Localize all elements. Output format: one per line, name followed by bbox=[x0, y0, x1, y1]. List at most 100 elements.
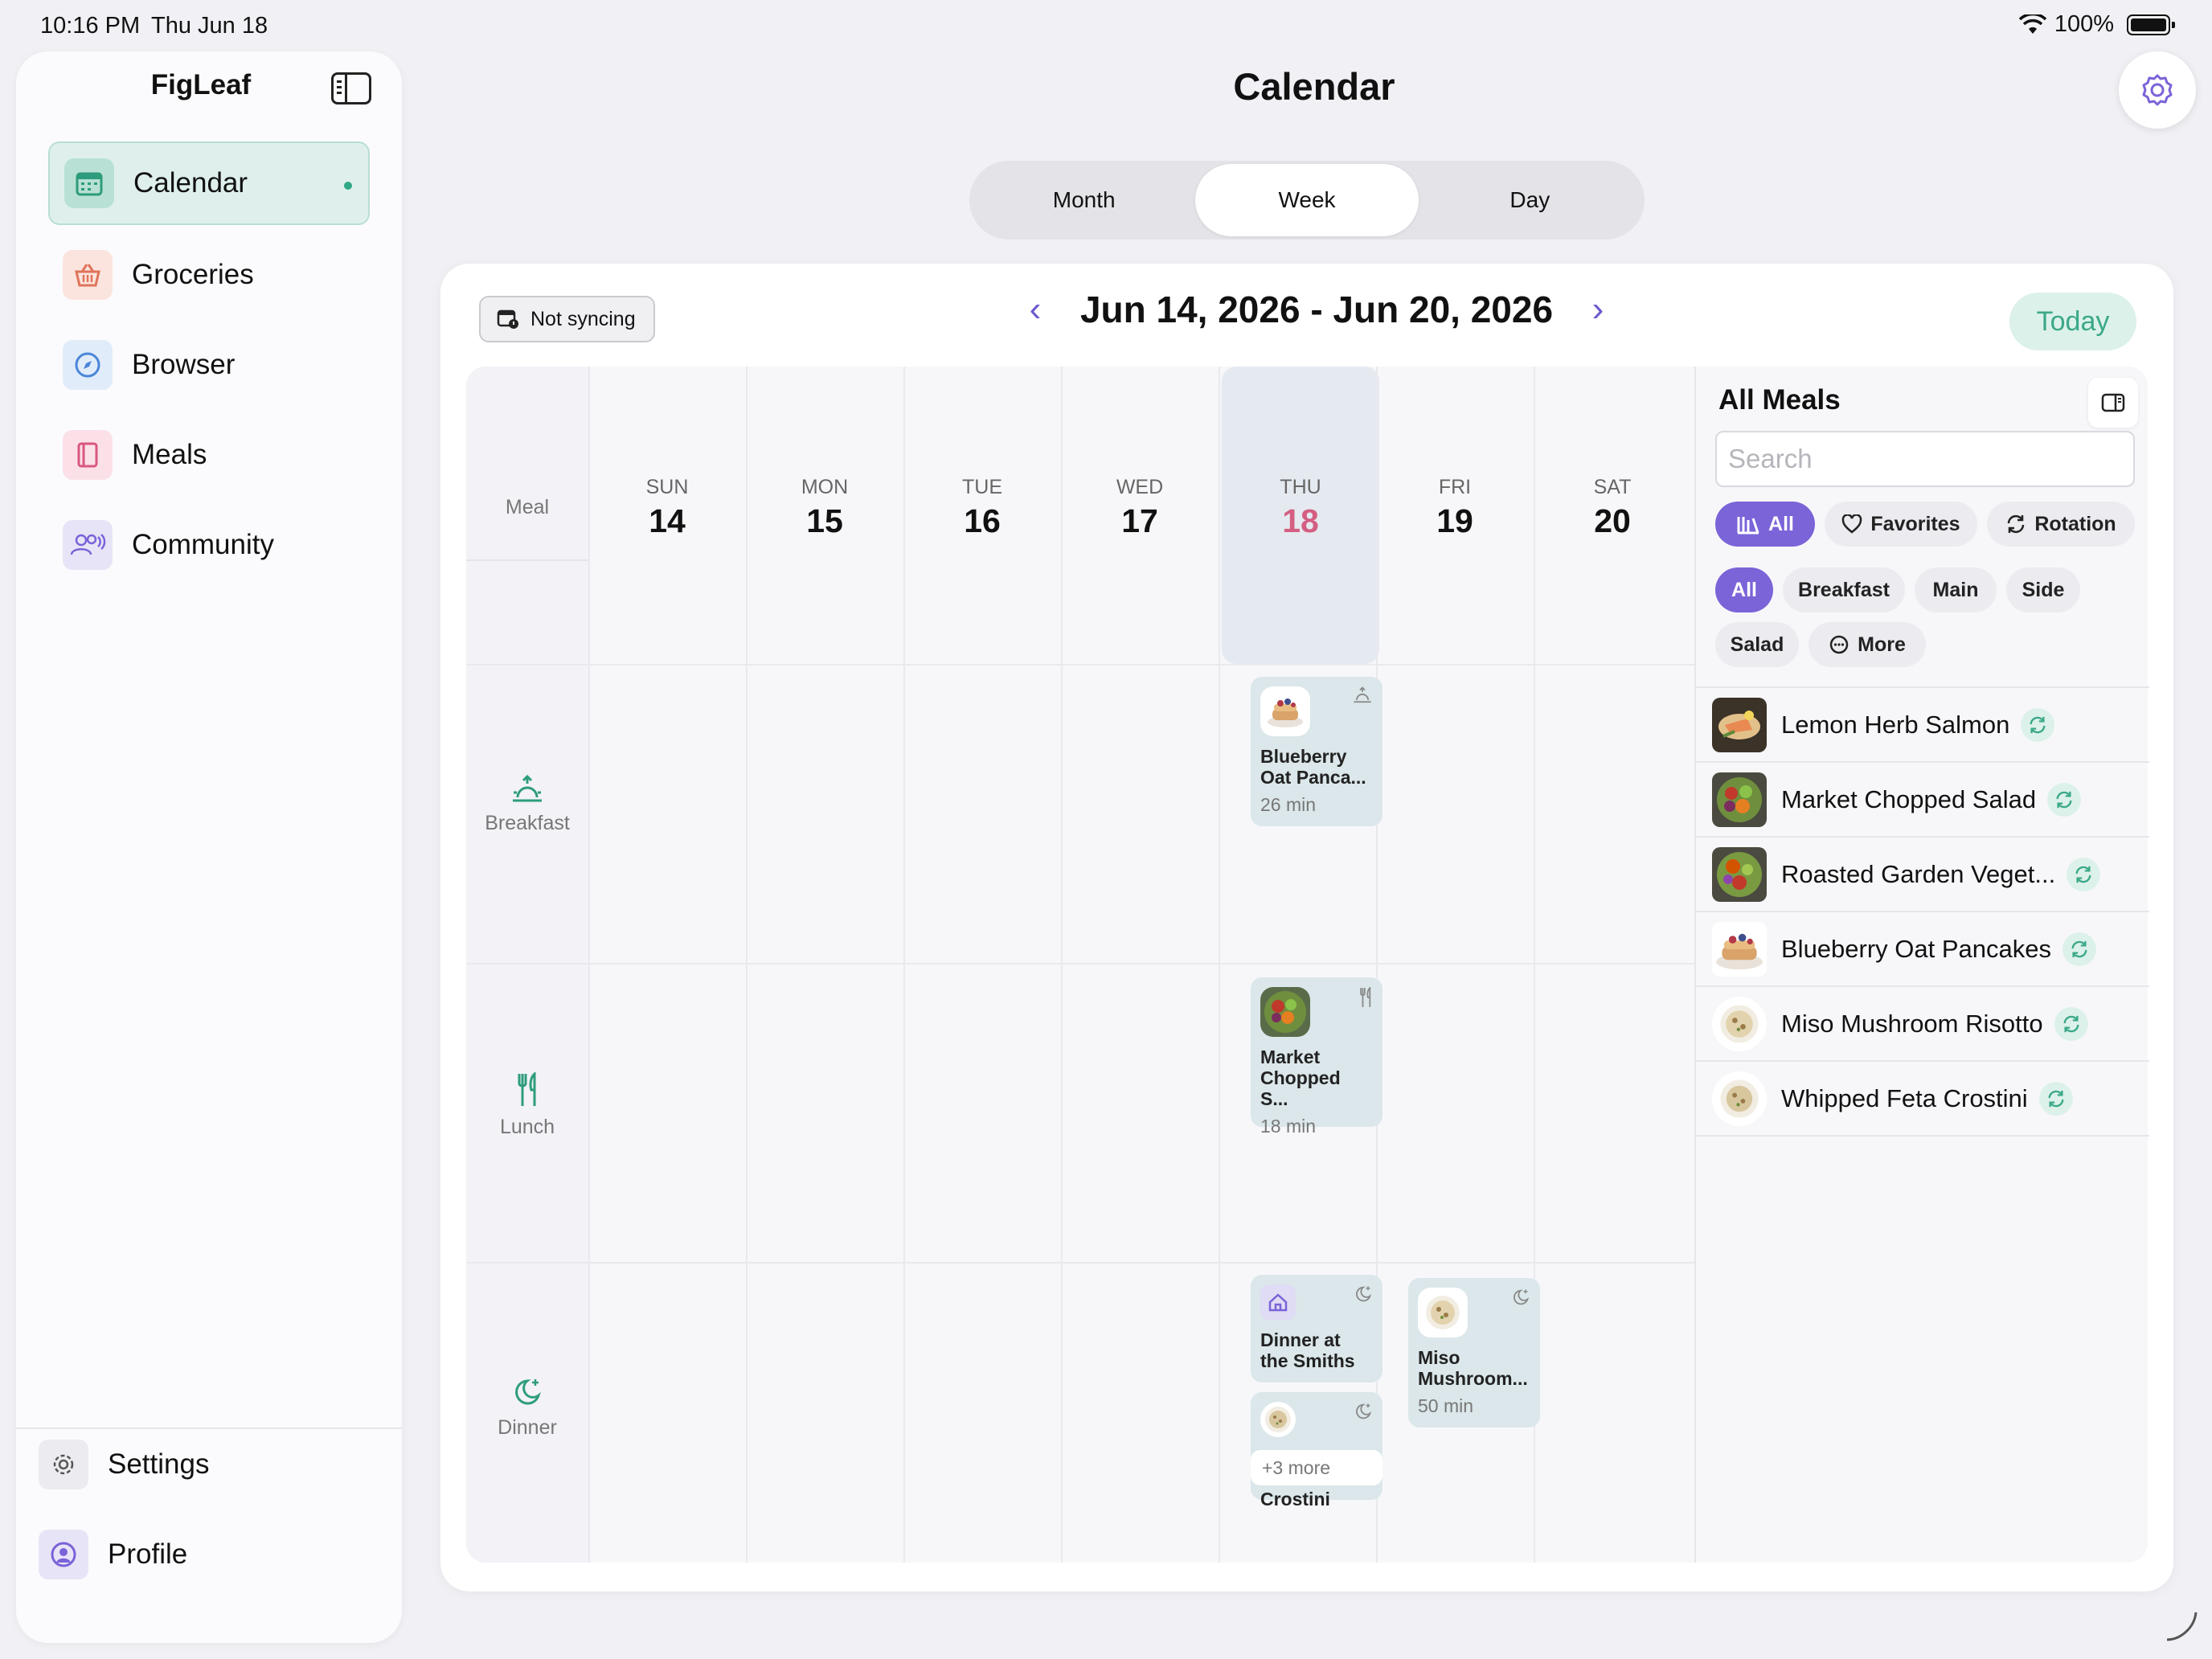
chip-label: Favorites bbox=[1870, 512, 1960, 535]
battery-icon bbox=[2127, 14, 2175, 35]
resize-handle-icon[interactable] bbox=[2164, 1608, 2199, 1643]
chip-label: All bbox=[1768, 512, 1794, 535]
moon-icon bbox=[1514, 1289, 1530, 1305]
people-icon bbox=[63, 520, 113, 570]
sidebar-item-label: Settings bbox=[108, 1448, 210, 1480]
status-date: Thu Jun 18 bbox=[151, 13, 268, 39]
meal-row-label: Dinner bbox=[498, 1416, 557, 1439]
day-header-fri[interactable]: FRI 19 bbox=[1376, 476, 1534, 540]
sidebar-item-community[interactable]: Community bbox=[48, 503, 370, 587]
list-item-blueberry-oat-pancakes[interactable]: Blueberry Oat Pancakes bbox=[1696, 912, 2149, 987]
sidebar-item-profile[interactable]: Profile bbox=[39, 1522, 187, 1587]
list-item-whipped-feta-crostini[interactable]: Whipped Feta Crostini bbox=[1696, 1062, 2149, 1137]
more-meals-button[interactable]: +3 more bbox=[1251, 1450, 1382, 1485]
view-day-button[interactable]: Day bbox=[1419, 164, 1641, 236]
meal-card-fri-dinner[interactable]: Miso Mushroom... 50 min bbox=[1408, 1278, 1540, 1428]
filter-favorites-chip[interactable]: Favorites bbox=[1825, 502, 1977, 547]
search-input[interactable] bbox=[1715, 431, 2135, 487]
meal-row-label: Lunch bbox=[499, 1116, 555, 1138]
day-header-tue[interactable]: TUE 16 bbox=[903, 476, 1061, 540]
day-name: WED bbox=[1116, 476, 1164, 498]
list-item-miso-mushroom-risotto[interactable]: Miso Mushroom Risotto bbox=[1696, 987, 2149, 1062]
date-range-nav: ‹ Jun 14, 2026 - Jun 20, 2026 › bbox=[1019, 288, 1614, 331]
panel-toggle-icon[interactable] bbox=[2088, 378, 2138, 428]
category-breakfast-chip[interactable]: Breakfast bbox=[1783, 567, 1905, 612]
heart-icon bbox=[1842, 514, 1862, 534]
meal-row-breakfast: Breakfast bbox=[466, 775, 588, 835]
chevron-right-icon[interactable]: › bbox=[1582, 289, 1614, 330]
view-month-button[interactable]: Month bbox=[973, 164, 1195, 236]
sunrise-icon bbox=[513, 775, 542, 802]
day-number: 15 bbox=[806, 502, 843, 539]
gear-icon bbox=[39, 1440, 88, 1489]
day-number: 14 bbox=[649, 502, 686, 539]
sidebar-item-calendar[interactable]: Calendar bbox=[48, 141, 370, 225]
filter-all-chip[interactable]: All bbox=[1715, 502, 1815, 547]
day-name: SAT bbox=[1593, 476, 1632, 498]
meal-card-time: 26 min bbox=[1260, 794, 1317, 815]
meal-card-thu-breakfast[interactable]: Blueberry Oat Panca... 26 min bbox=[1251, 677, 1382, 826]
view-week-button[interactable]: Week bbox=[1195, 164, 1419, 236]
crostini-thumbnail bbox=[1260, 1402, 1296, 1437]
status-bar: 10:16 PM Thu Jun 18 100% bbox=[0, 0, 2212, 51]
sidebar-divider bbox=[16, 1428, 402, 1429]
sidebar-item-settings[interactable]: Settings bbox=[39, 1432, 209, 1497]
sidebar-item-label: Groceries bbox=[132, 259, 254, 290]
date-range: Jun 14, 2026 - Jun 20, 2026 bbox=[1079, 289, 1554, 330]
chevron-left-icon[interactable]: ‹ bbox=[1019, 289, 1051, 330]
salad-thumbnail bbox=[1712, 772, 1767, 827]
view-switcher: Month Week Day bbox=[969, 161, 1645, 240]
category-more-chip[interactable]: More bbox=[1809, 622, 1926, 667]
sidebar-toggle-icon[interactable] bbox=[331, 72, 371, 104]
vegetables-thumbnail bbox=[1712, 846, 1767, 902]
meal-card-thu-lunch[interactable]: Market Chopped S... 18 min bbox=[1251, 977, 1382, 1137]
calendar-card: Not syncing ‹ Jun 14, 2026 - Jun 20, 202… bbox=[440, 264, 2173, 1591]
fork-knife-icon bbox=[1360, 987, 1371, 1007]
day-name: TUE bbox=[962, 476, 1002, 498]
compass-icon bbox=[63, 340, 113, 390]
day-number: 17 bbox=[1121, 502, 1158, 539]
list-item-lemon-herb-salmon[interactable]: Lemon Herb Salmon bbox=[1696, 688, 2149, 763]
moon-icon bbox=[1356, 1403, 1372, 1419]
meal-name: Lemon Herb Salmon bbox=[1781, 710, 2010, 739]
page-title: Calendar bbox=[1233, 65, 1395, 108]
day-header-sat[interactable]: SAT 20 bbox=[1534, 476, 1691, 540]
list-item-roasted-garden-vegetables[interactable]: Roasted Garden Veget... bbox=[1696, 838, 2149, 912]
meal-name: Blueberry Oat Pancakes bbox=[1781, 934, 2052, 963]
category-main-chip[interactable]: Main bbox=[1915, 567, 1997, 612]
today-button[interactable]: Today bbox=[2009, 293, 2136, 350]
risotto-thumbnail bbox=[1418, 1288, 1468, 1337]
meal-list: Lemon Herb Salmon Market Chopped Salad R… bbox=[1696, 686, 2149, 1137]
day-number: 18 bbox=[1282, 502, 1319, 539]
grid-line bbox=[746, 367, 748, 1563]
day-header-wed[interactable]: WED 17 bbox=[1061, 476, 1219, 540]
sidebar-item-browser[interactable]: Browser bbox=[48, 323, 370, 407]
list-item-market-chopped-salad[interactable]: Market Chopped Salad bbox=[1696, 763, 2149, 838]
sidebar-item-meals[interactable]: Meals bbox=[48, 413, 370, 497]
day-header-thu[interactable]: THU 18 bbox=[1222, 476, 1379, 540]
rotation-icon bbox=[2067, 857, 2101, 891]
basket-icon bbox=[63, 250, 113, 300]
library-icon bbox=[1737, 517, 1759, 535]
meal-card-time: 50 min bbox=[1418, 1395, 1474, 1416]
meal-column-header: Meal bbox=[466, 367, 588, 561]
filter-rotation-chip[interactable]: Rotation bbox=[1987, 502, 2135, 547]
day-header-sun[interactable]: SUN 14 bbox=[588, 476, 746, 540]
day-header-mon[interactable]: MON 15 bbox=[746, 476, 903, 540]
salad-thumbnail bbox=[1260, 987, 1310, 1037]
day-name: SUN bbox=[645, 476, 689, 498]
meal-card-thu-dinner-smiths[interactable]: Dinner at the Smiths bbox=[1251, 1275, 1382, 1382]
salmon-thumbnail bbox=[1712, 697, 1767, 752]
category-side-chip[interactable]: Side bbox=[2006, 567, 2080, 612]
sidebar-item-groceries[interactable]: Groceries bbox=[48, 233, 370, 317]
settings-button[interactable] bbox=[2119, 51, 2196, 129]
sync-status-button[interactable]: Not syncing bbox=[479, 296, 655, 342]
day-number: 16 bbox=[964, 502, 1001, 539]
category-all-chip[interactable]: All bbox=[1715, 567, 1773, 612]
category-salad-chip[interactable]: Salad bbox=[1715, 622, 1799, 667]
grid-line bbox=[1376, 367, 1378, 1563]
book-icon bbox=[63, 430, 113, 480]
day-number: 19 bbox=[1436, 502, 1473, 539]
meal-row-label: Breakfast bbox=[485, 812, 570, 834]
ellipsis-circle-icon bbox=[1829, 635, 1849, 654]
